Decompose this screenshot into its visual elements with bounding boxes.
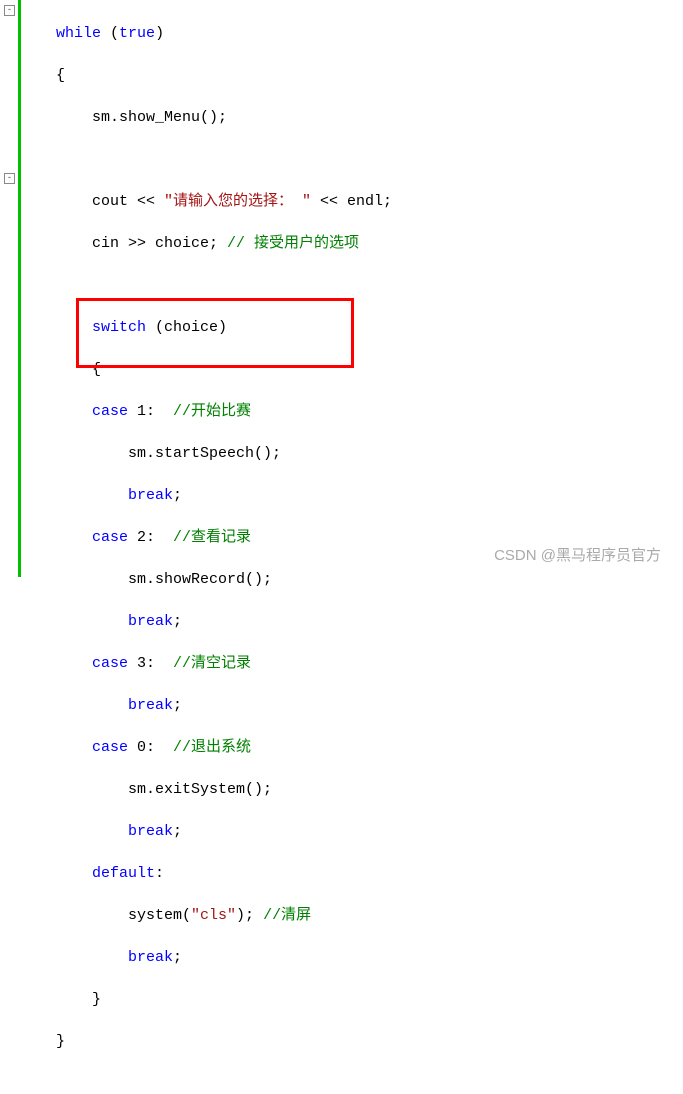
code-line: sm.showRecord(); <box>56 569 683 590</box>
code-line: case 0: //退出系统 <box>56 737 683 758</box>
code-line: } <box>56 1031 683 1052</box>
gutter: - - <box>0 0 26 577</box>
code-line: break; <box>56 947 683 968</box>
code-line: break; <box>56 485 683 506</box>
fold-marker-icon[interactable]: - <box>4 5 15 16</box>
code-line: case 1: //开始比赛 <box>56 401 683 422</box>
code-line: case 3: //清空记录 <box>56 653 683 674</box>
code-line: sm.show_Menu(); <box>56 107 683 128</box>
code-line: case 2: //查看记录 <box>56 527 683 548</box>
code-line: sm.startSpeech(); <box>56 443 683 464</box>
code-editor: - - while (true) { sm.show_Menu(); cout … <box>0 0 683 577</box>
code-line: break; <box>56 821 683 842</box>
fold-marker-icon[interactable]: - <box>4 173 15 184</box>
code-line <box>56 149 683 170</box>
highlight-rectangle <box>76 298 354 368</box>
change-bar <box>18 0 21 577</box>
code-line: while (true) <box>56 23 683 44</box>
code-line: default: <box>56 863 683 884</box>
code-line: sm.exitSystem(); <box>56 779 683 800</box>
code-line: cout << "请输入您的选择： " << endl; <box>56 191 683 212</box>
code-line: system("cls"); //清屏 <box>56 905 683 926</box>
code-line: break; <box>56 695 683 716</box>
code-line: cin >> choice; // 接受用户的选项 <box>56 233 683 254</box>
code-line: { <box>56 65 683 86</box>
code-line: } <box>56 989 683 1010</box>
code-line: break; <box>56 611 683 632</box>
code-line <box>56 275 683 296</box>
code-area[interactable]: while (true) { sm.show_Menu(); cout << "… <box>26 0 683 577</box>
